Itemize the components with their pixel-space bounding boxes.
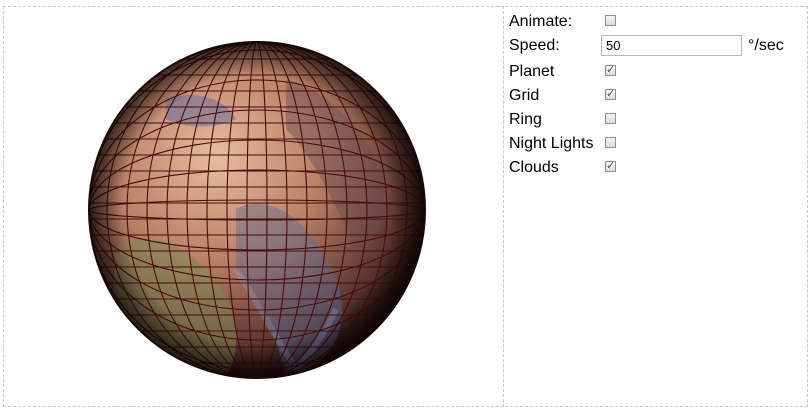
- clouds-label: Clouds: [509, 159, 559, 176]
- animate-label: Animate:: [509, 13, 573, 30]
- speed-unit: °/sec: [748, 37, 784, 54]
- animate-row: Animate:: [509, 10, 804, 34]
- control-panel: Animate: Speed: °/sec Planet Grid Ring N…: [505, 6, 808, 407]
- globe-render: [88, 41, 426, 379]
- grid-row: Grid: [509, 84, 804, 108]
- planet-checkbox[interactable]: [605, 63, 616, 76]
- ring-row: Ring: [509, 108, 804, 132]
- clouds-checkbox[interactable]: [605, 159, 616, 172]
- animate-checkbox[interactable]: [605, 15, 616, 26]
- speed-label: Speed:: [509, 37, 560, 54]
- app-frame: Animate: Speed: °/sec Planet Grid Ring N…: [0, 0, 809, 410]
- speed-input[interactable]: [601, 35, 742, 56]
- globe-canvas[interactable]: [3, 6, 504, 407]
- ring-label: Ring: [509, 111, 542, 128]
- planet-edge-shadow: [89, 42, 425, 378]
- night-lights-checkbox[interactable]: [605, 137, 616, 148]
- planet-row: Planet: [509, 60, 804, 84]
- night-lights-row: Night Lights: [509, 132, 804, 156]
- planet-label: Planet: [509, 63, 555, 80]
- grid-label: Grid: [509, 87, 540, 104]
- speed-row: Speed: °/sec: [509, 34, 804, 58]
- grid-checkbox[interactable]: [605, 87, 616, 100]
- clouds-row: Clouds: [509, 156, 804, 180]
- night-lights-label: Night Lights: [509, 135, 594, 152]
- ring-checkbox[interactable]: [605, 113, 616, 124]
